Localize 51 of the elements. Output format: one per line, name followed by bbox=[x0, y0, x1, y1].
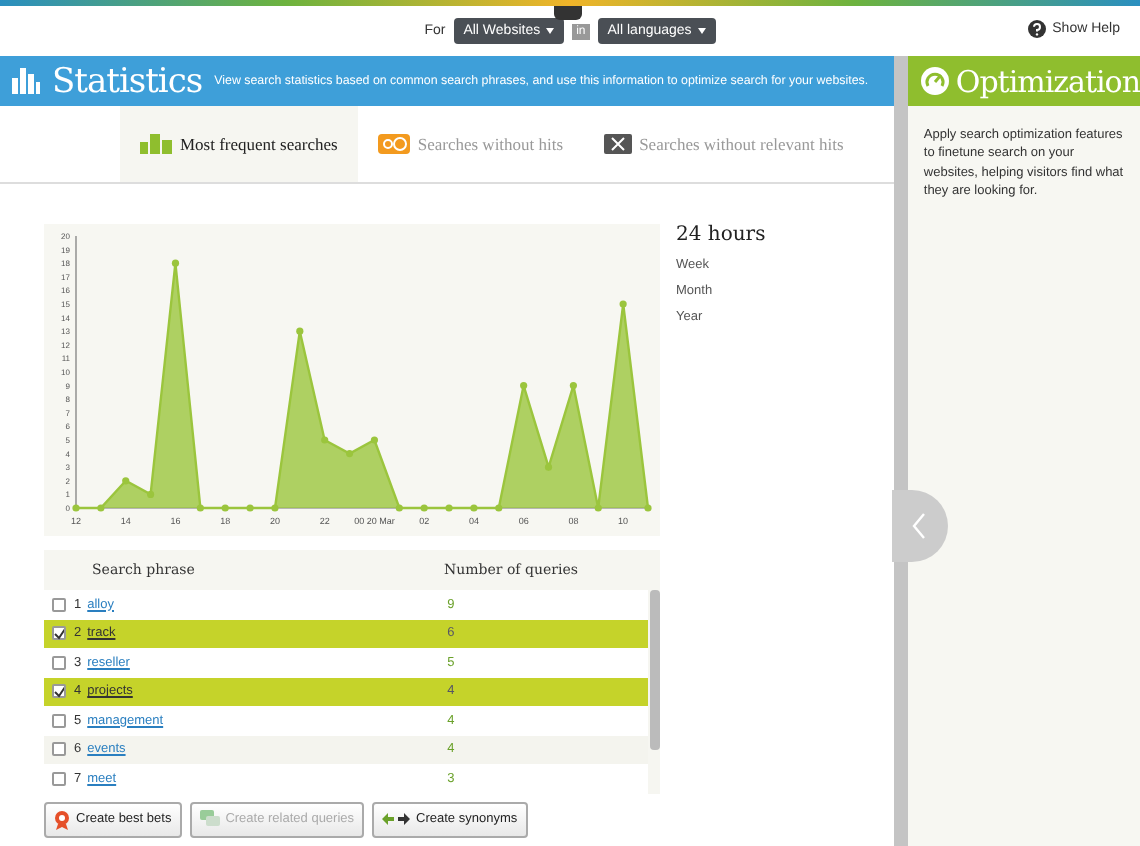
point bbox=[122, 477, 130, 485]
point bbox=[72, 504, 80, 512]
check-icon bbox=[54, 685, 64, 698]
bar-chart-icon bbox=[12, 68, 40, 94]
checkbox[interactable] bbox=[52, 771, 66, 786]
point bbox=[97, 504, 105, 512]
point bbox=[171, 259, 180, 267]
check-icon bbox=[54, 627, 64, 640]
chevron-left-icon bbox=[912, 512, 927, 540]
point bbox=[246, 504, 254, 512]
period-link[interactable]: 24 hours bbox=[676, 224, 766, 246]
award-icon bbox=[54, 809, 70, 829]
caret-icon bbox=[546, 28, 555, 34]
two-way-arrow-icon bbox=[382, 812, 411, 826]
point bbox=[370, 436, 379, 444]
checkbox[interactable] bbox=[52, 713, 66, 728]
point bbox=[544, 463, 553, 471]
point bbox=[271, 504, 279, 512]
scrollbar[interactable] bbox=[650, 590, 660, 750]
gauge-icon bbox=[919, 66, 950, 96]
point bbox=[345, 450, 354, 458]
page-title: Statistics bbox=[52, 61, 203, 101]
point bbox=[495, 504, 503, 512]
checkbox[interactable] bbox=[52, 626, 66, 641]
x-mark-icon bbox=[603, 134, 632, 154]
collapse-handle[interactable] bbox=[554, 6, 582, 20]
point bbox=[644, 504, 652, 512]
point bbox=[445, 504, 453, 512]
checkbox[interactable] bbox=[52, 597, 66, 612]
bar-chart-icon bbox=[140, 134, 172, 154]
point bbox=[221, 504, 229, 512]
point bbox=[594, 504, 602, 512]
point bbox=[470, 504, 478, 512]
point bbox=[196, 504, 204, 512]
checkbox[interactable] bbox=[52, 742, 66, 757]
collapse-button[interactable] bbox=[891, 490, 948, 562]
speech-bubbles-icon bbox=[199, 810, 220, 828]
point bbox=[321, 436, 329, 444]
caret-icon bbox=[697, 28, 706, 34]
point bbox=[420, 504, 428, 512]
tab[interactable]: Most frequent searches bbox=[120, 106, 358, 182]
point bbox=[395, 504, 403, 512]
point bbox=[296, 327, 304, 335]
checkbox[interactable] bbox=[52, 684, 66, 699]
point bbox=[569, 382, 577, 390]
point bbox=[619, 300, 627, 308]
checkbox[interactable] bbox=[52, 655, 66, 670]
panel-title: Optimization bbox=[955, 63, 1140, 99]
point bbox=[520, 382, 528, 390]
point bbox=[147, 490, 155, 498]
help-icon bbox=[1028, 20, 1047, 38]
